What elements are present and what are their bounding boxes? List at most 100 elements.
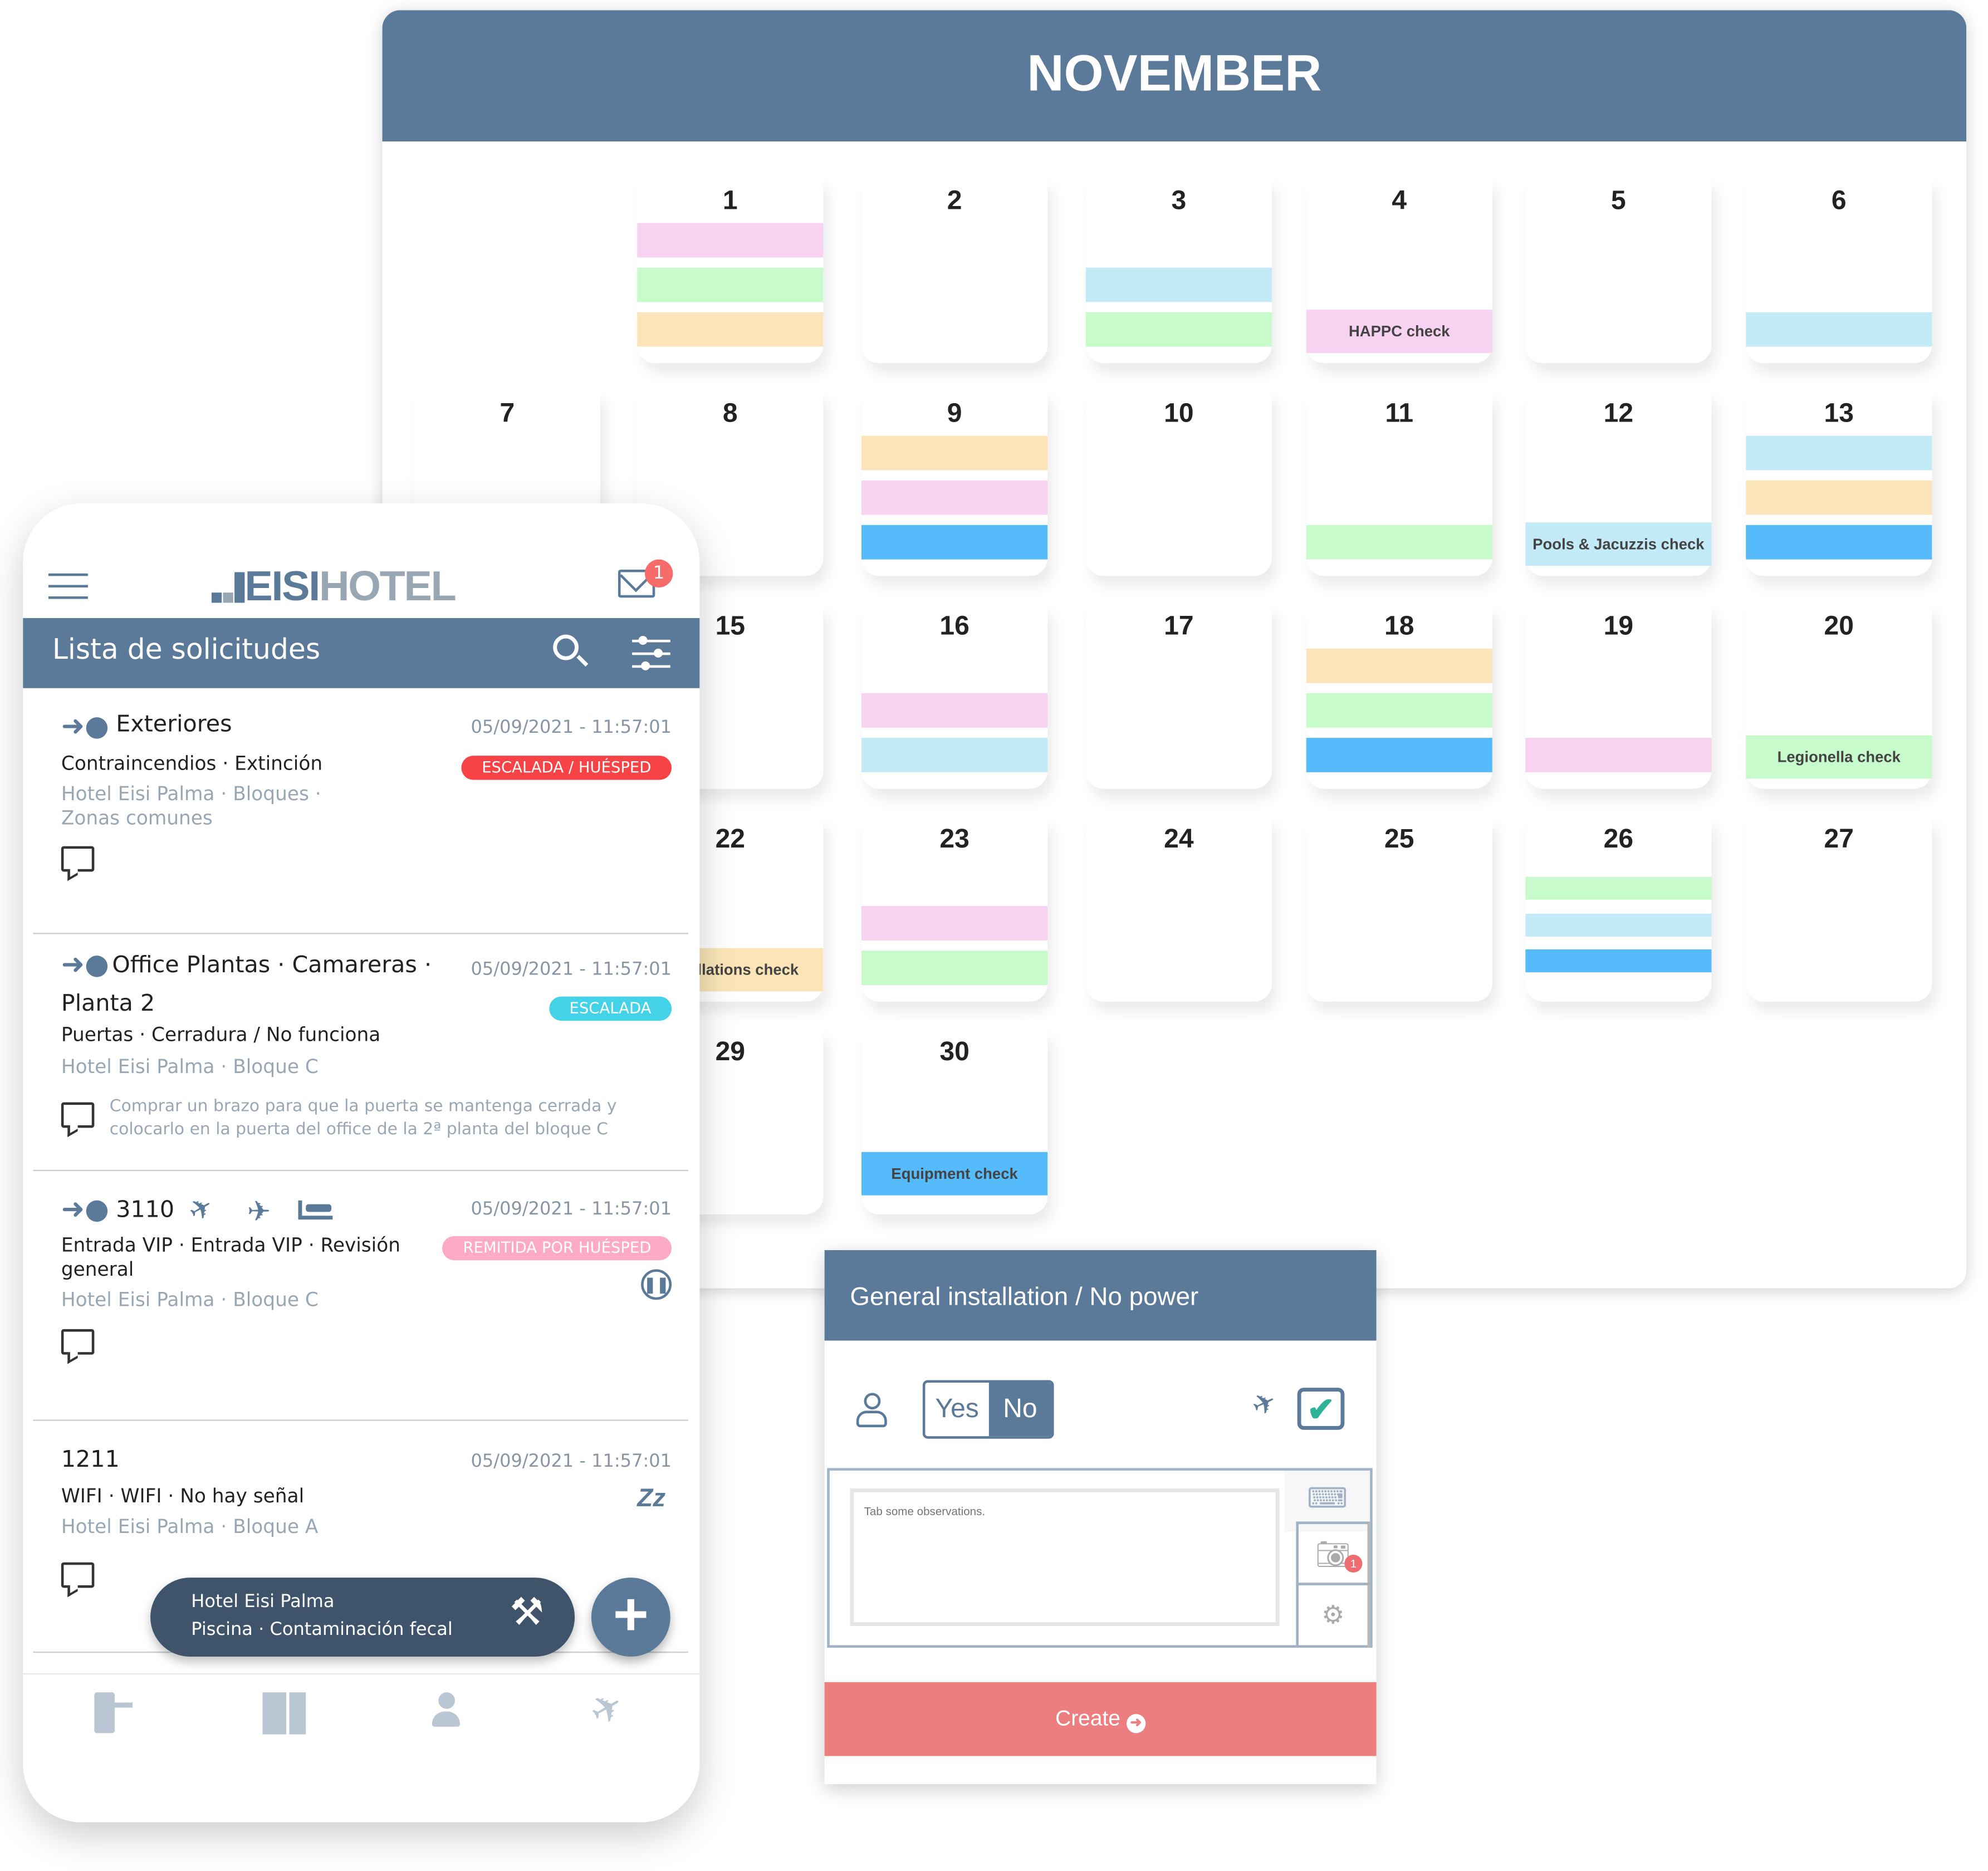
request-title: Exteriores — [116, 711, 232, 738]
calendar-event[interactable]: Pools & Jacuzzis check — [1525, 522, 1712, 566]
calendar-event[interactable] — [637, 312, 824, 347]
calendar-day-6[interactable]: 6 — [1746, 178, 1932, 364]
calendar-day-3[interactable]: 3 — [1085, 178, 1272, 364]
comment-icon[interactable] — [61, 1329, 95, 1355]
calendar-day-19[interactable]: 19 — [1525, 604, 1712, 789]
create-button[interactable]: Create ➜ — [824, 1682, 1377, 1756]
flight-icon: ✈ — [247, 1196, 271, 1229]
request-room: 1211 — [61, 1446, 120, 1473]
calendar-day-13[interactable]: 13 — [1746, 391, 1932, 576]
list-header: Lista de solicitudes — [23, 618, 700, 688]
nav-building-icon[interactable] — [262, 1692, 306, 1735]
calendar-event[interactable] — [1525, 876, 1712, 900]
calendar-event[interactable] — [1525, 913, 1712, 937]
yes-no-toggle[interactable]: Yes No — [922, 1380, 1054, 1439]
calendar-event[interactable] — [861, 738, 1048, 772]
calendar-day-1[interactable]: 1 — [637, 178, 824, 364]
calendar-event[interactable] — [861, 951, 1048, 986]
day-number: 30 — [939, 1037, 969, 1067]
calendar-event[interactable] — [1306, 525, 1492, 560]
calendar-event[interactable] — [861, 525, 1048, 560]
comment-text-2: colocarlo en la puerta del office de la … — [109, 1120, 608, 1139]
status-badge: REMITIDA POR HUÉSPED — [442, 1236, 672, 1261]
comment-text: Comprar un brazo para que la puerta se m… — [109, 1097, 617, 1116]
nav-plane-landing-icon[interactable]: ✈ — [582, 1682, 633, 1737]
calendar-day-30[interactable]: 30 Equipment check — [861, 1030, 1048, 1214]
yes-option[interactable]: Yes — [925, 1383, 989, 1437]
calendar-event[interactable] — [1746, 312, 1932, 347]
request-category: Puertas · Cerradura / No funciona — [61, 1023, 381, 1046]
no-option[interactable]: No — [988, 1383, 1052, 1437]
pause-icon[interactable]: ❚❚ — [641, 1269, 672, 1300]
calendar-event[interactable] — [1306, 738, 1492, 772]
calendar-event[interactable] — [1525, 738, 1712, 772]
filter-icon[interactable] — [632, 635, 670, 670]
request-item[interactable]: ➜● Office Plantas · Camareras · 05/09/20… — [23, 934, 699, 1169]
nav-user-icon[interactable] — [432, 1692, 461, 1731]
calendar-day-26[interactable]: 26 — [1525, 816, 1712, 1002]
calendar-event[interactable]: Equipment check — [861, 1152, 1048, 1196]
confirm-checkbox[interactable]: ✔ — [1297, 1388, 1345, 1430]
calendar-day-5[interactable]: 5 — [1525, 178, 1712, 364]
calendar-day-2[interactable]: 2 — [861, 178, 1048, 364]
calendar-day-11[interactable]: 11 — [1306, 391, 1492, 576]
calendar-day-23[interactable]: 23 — [861, 816, 1048, 1002]
add-button[interactable]: + — [591, 1578, 670, 1657]
logo: EISIHOTEL — [211, 562, 457, 610]
menu-icon[interactable] — [48, 573, 88, 599]
calendar-day-16[interactable]: 16 — [861, 604, 1048, 789]
calendar-event[interactable] — [1085, 267, 1272, 302]
request-item[interactable]: ➜● Exteriores 05/09/2021 - 11:57:01 Cont… — [23, 688, 699, 933]
request-location: Hotel Eisi Palma · Bloques · — [61, 782, 321, 806]
calendar-day-17[interactable]: 17 — [1085, 604, 1272, 789]
toast-line-1: Hotel Eisi Palma — [191, 1591, 335, 1612]
settings-button[interactable]: ⚙ — [1296, 1583, 1370, 1648]
page-title: Lista de solicitudes — [52, 634, 321, 667]
calendar-event[interactable] — [1306, 693, 1492, 728]
snooze-icon: Zz — [637, 1485, 666, 1513]
day-number: 19 — [1603, 611, 1634, 641]
nav-door-icon[interactable] — [94, 1692, 133, 1733]
calendar-event[interactable] — [861, 435, 1048, 471]
calendar-month-title: NOVEMBER — [382, 10, 1967, 142]
comment-icon[interactable] — [61, 846, 95, 872]
calendar-event[interactable] — [1306, 648, 1492, 683]
comment-icon[interactable] — [61, 1102, 95, 1128]
calendar-event[interactable] — [1746, 480, 1932, 515]
calendar-day-4[interactable]: 4 HAPPC check — [1306, 178, 1492, 364]
arrow-right-circle-icon: ➜ — [1126, 1714, 1146, 1733]
comment-icon[interactable] — [61, 1562, 95, 1588]
observations-input[interactable] — [850, 1488, 1280, 1627]
calendar-event[interactable] — [861, 480, 1048, 515]
calendar-day-12[interactable]: 12 Pools & Jacuzzis check — [1525, 391, 1712, 576]
calendar-event[interactable] — [861, 906, 1048, 941]
calendar-day-18[interactable]: 18 — [1306, 604, 1492, 789]
calendar-day-24[interactable]: 24 — [1085, 816, 1272, 1002]
mobile-app: EISIHOTEL 1 Lista de solicitudes ➜● Exte… — [23, 503, 700, 1823]
camera-button[interactable]: 📷︎ — [1296, 1521, 1370, 1585]
request-room: 3110 — [116, 1196, 175, 1223]
toast-notification[interactable]: Hotel Eisi Palma Piscina · Contaminación… — [150, 1578, 575, 1657]
calendar-day-27[interactable]: 27 — [1746, 816, 1932, 1002]
calendar-event[interactable] — [1746, 435, 1932, 471]
calendar-event[interactable]: HAPPC check — [1306, 310, 1492, 353]
calendar-event[interactable] — [1085, 312, 1272, 347]
status-badge: ESCALADA — [549, 996, 672, 1021]
day-number: 9 — [947, 399, 962, 428]
calendar-day-20[interactable]: 20 Legionella check — [1746, 604, 1932, 789]
request-item[interactable]: ➜● 3110 ✈ ✈ 05/09/2021 - 11:57:01 Entrad… — [23, 1171, 699, 1419]
calendar-event[interactable]: Legionella check — [1746, 735, 1932, 779]
calendar-day-9[interactable]: 9 — [861, 391, 1048, 576]
calendar-day-10[interactable]: 10 — [1085, 391, 1272, 576]
day-number: 4 — [1392, 186, 1407, 215]
calendar-event[interactable] — [637, 223, 824, 258]
calendar-event[interactable] — [1746, 525, 1932, 560]
search-icon[interactable] — [553, 634, 589, 667]
calendar-event[interactable] — [861, 693, 1048, 728]
calendar-day-25[interactable]: 25 — [1306, 816, 1492, 1002]
day-number: 20 — [1824, 611, 1854, 641]
day-number: 10 — [1164, 399, 1194, 428]
hammer-icon: ⚒ — [510, 1590, 544, 1635]
calendar-event[interactable] — [1525, 949, 1712, 973]
calendar-event[interactable] — [637, 267, 824, 302]
